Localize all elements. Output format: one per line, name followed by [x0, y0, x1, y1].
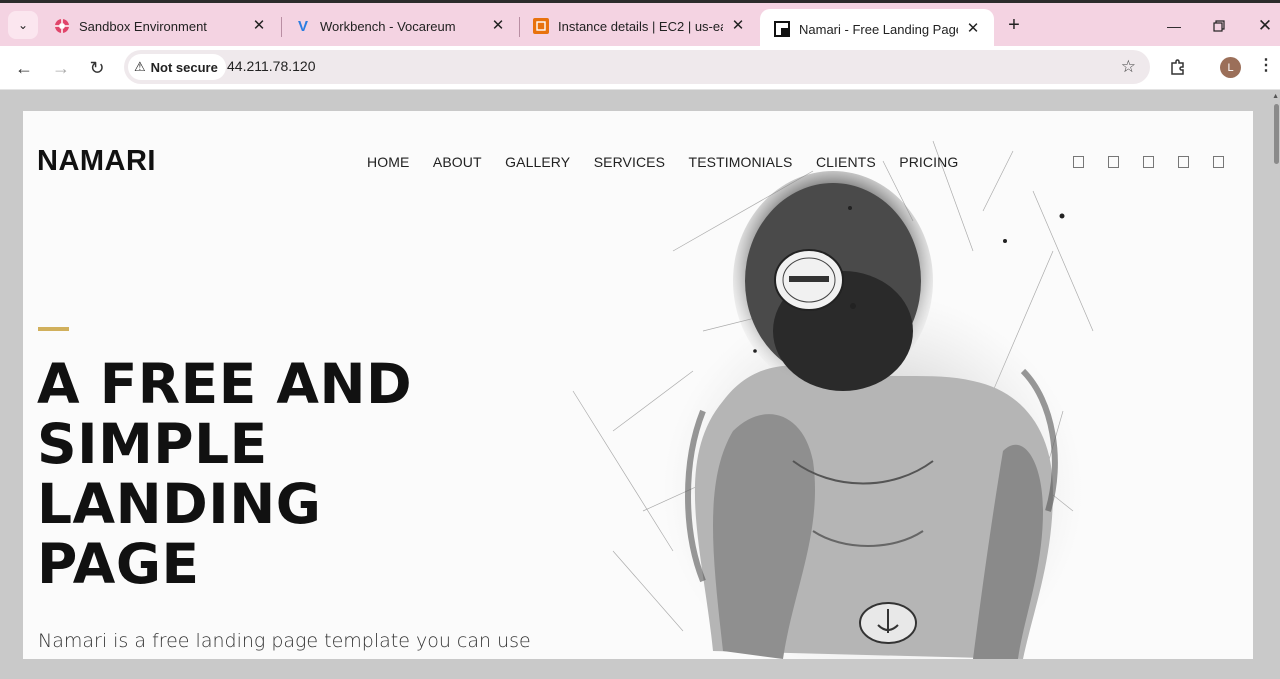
nav-gallery[interactable]: GALLERY: [505, 154, 570, 170]
chevron-down-icon: ⌄: [17, 18, 29, 32]
bookmark-star-icon[interactable]: ☆: [1121, 57, 1136, 77]
close-icon[interactable]: ✕: [964, 20, 982, 38]
security-chip[interactable]: ⚠ Not secure: [128, 54, 226, 80]
tab-namari[interactable]: Namari - Free Landing Page Template ✕: [760, 9, 994, 49]
restore-icon: [1213, 20, 1225, 32]
social-icon-5[interactable]: [1213, 156, 1224, 168]
tab-label: Workbench - Vocareum: [320, 18, 456, 34]
restore-button[interactable]: [1204, 13, 1234, 39]
social-icon-4[interactable]: [1178, 156, 1189, 168]
close-icon[interactable]: ✕: [489, 17, 507, 35]
puzzle-icon: [1171, 59, 1184, 75]
scroll-up-arrow-icon[interactable]: ▲: [1272, 93, 1279, 100]
tab-label: Sandbox Environment: [79, 18, 207, 34]
security-label: Not secure: [150, 59, 218, 75]
ec2-favicon-icon: [533, 18, 549, 34]
hero-headline: A FREE AND SIMPLE LANDING PAGE: [37, 354, 497, 594]
tab-strip: ⌄ Sandbox Environment ✕ V Workbench - Vo…: [0, 0, 1280, 49]
profile-avatar[interactable]: L: [1220, 57, 1241, 78]
arrow-right-icon: →: [52, 57, 70, 78]
tab-search-button[interactable]: ⌄: [8, 11, 38, 39]
profile-initial: L: [1227, 61, 1234, 74]
reload-button[interactable]: ↻: [83, 54, 111, 82]
close-icon[interactable]: ✕: [729, 17, 747, 35]
nav-clients[interactable]: CLIENTS: [816, 154, 876, 170]
close-icon[interactable]: ✕: [250, 17, 268, 35]
reload-icon: ↻: [89, 57, 105, 78]
browser-toolbar: ← → ↻ ⚠ Not secure 44.211.78.120 ☆ L ⋮: [0, 46, 1280, 90]
back-button[interactable]: ←: [10, 54, 38, 82]
forward-button[interactable]: →: [47, 54, 75, 82]
social-icon-1[interactable]: [1073, 156, 1084, 168]
nav-home[interactable]: HOME: [367, 154, 409, 170]
minimize-icon: —: [1167, 18, 1181, 34]
sandbox-favicon-icon: [54, 18, 70, 34]
tab-label: Instance details | EC2 | us-east-1: [558, 18, 723, 34]
nav-pricing[interactable]: PRICING: [899, 154, 958, 170]
extensions-button[interactable]: [1166, 55, 1190, 79]
minimize-button[interactable]: —: [1159, 13, 1189, 39]
url-text[interactable]: 44.211.78.120: [227, 58, 316, 74]
site-logo[interactable]: NAMARI: [37, 145, 156, 178]
close-window-button[interactable]: ✕: [1250, 13, 1280, 39]
nav-about[interactable]: ABOUT: [433, 154, 482, 170]
address-bar[interactable]: ⚠ Not secure 44.211.78.120 ☆: [124, 50, 1150, 84]
main-nav: HOME ABOUT GALLERY SERVICES TESTIMONIALS…: [367, 154, 958, 170]
close-icon: ✕: [1257, 16, 1273, 35]
tab-vocareum[interactable]: V Workbench - Vocareum ✕: [281, 9, 519, 43]
warning-icon: ⚠: [134, 59, 146, 74]
nav-testimonials[interactable]: TESTIMONIALS: [689, 154, 793, 170]
new-tab-button[interactable]: +: [1003, 15, 1025, 37]
vocareum-favicon-icon: V: [297, 17, 308, 35]
tab-ec2[interactable]: Instance details | EC2 | us-east-1 ✕: [519, 9, 759, 43]
headline-line: PAGE: [37, 532, 200, 596]
page-viewport: ▲ NAMARI HOME ABOUT GALLERY SERVICES TES…: [0, 90, 1280, 679]
scrollbar-thumb[interactable]: [1274, 104, 1279, 164]
headline-line: LANDING: [37, 472, 322, 536]
landing-page: NAMARI HOME ABOUT GALLERY SERVICES TESTI…: [23, 111, 1253, 659]
namari-favicon-icon: [774, 21, 790, 37]
social-icon-3[interactable]: [1143, 156, 1154, 168]
social-links: [1073, 156, 1224, 168]
headline-line: SIMPLE: [37, 412, 268, 476]
hero-illustration: [572, 140, 1094, 659]
accent-divider: [38, 327, 69, 331]
more-menu-icon[interactable]: ⋮: [1258, 55, 1274, 75]
arrow-left-icon: ←: [15, 57, 33, 78]
headline-line: A FREE AND: [37, 352, 413, 416]
social-icon-2[interactable]: [1108, 156, 1119, 168]
tab-label: Namari - Free Landing Page Template: [799, 21, 958, 37]
hero-lead-text: Namari is a free landing page template y…: [38, 630, 531, 652]
tab-sandbox[interactable]: Sandbox Environment ✕: [40, 9, 280, 43]
nav-services[interactable]: SERVICES: [594, 154, 665, 170]
